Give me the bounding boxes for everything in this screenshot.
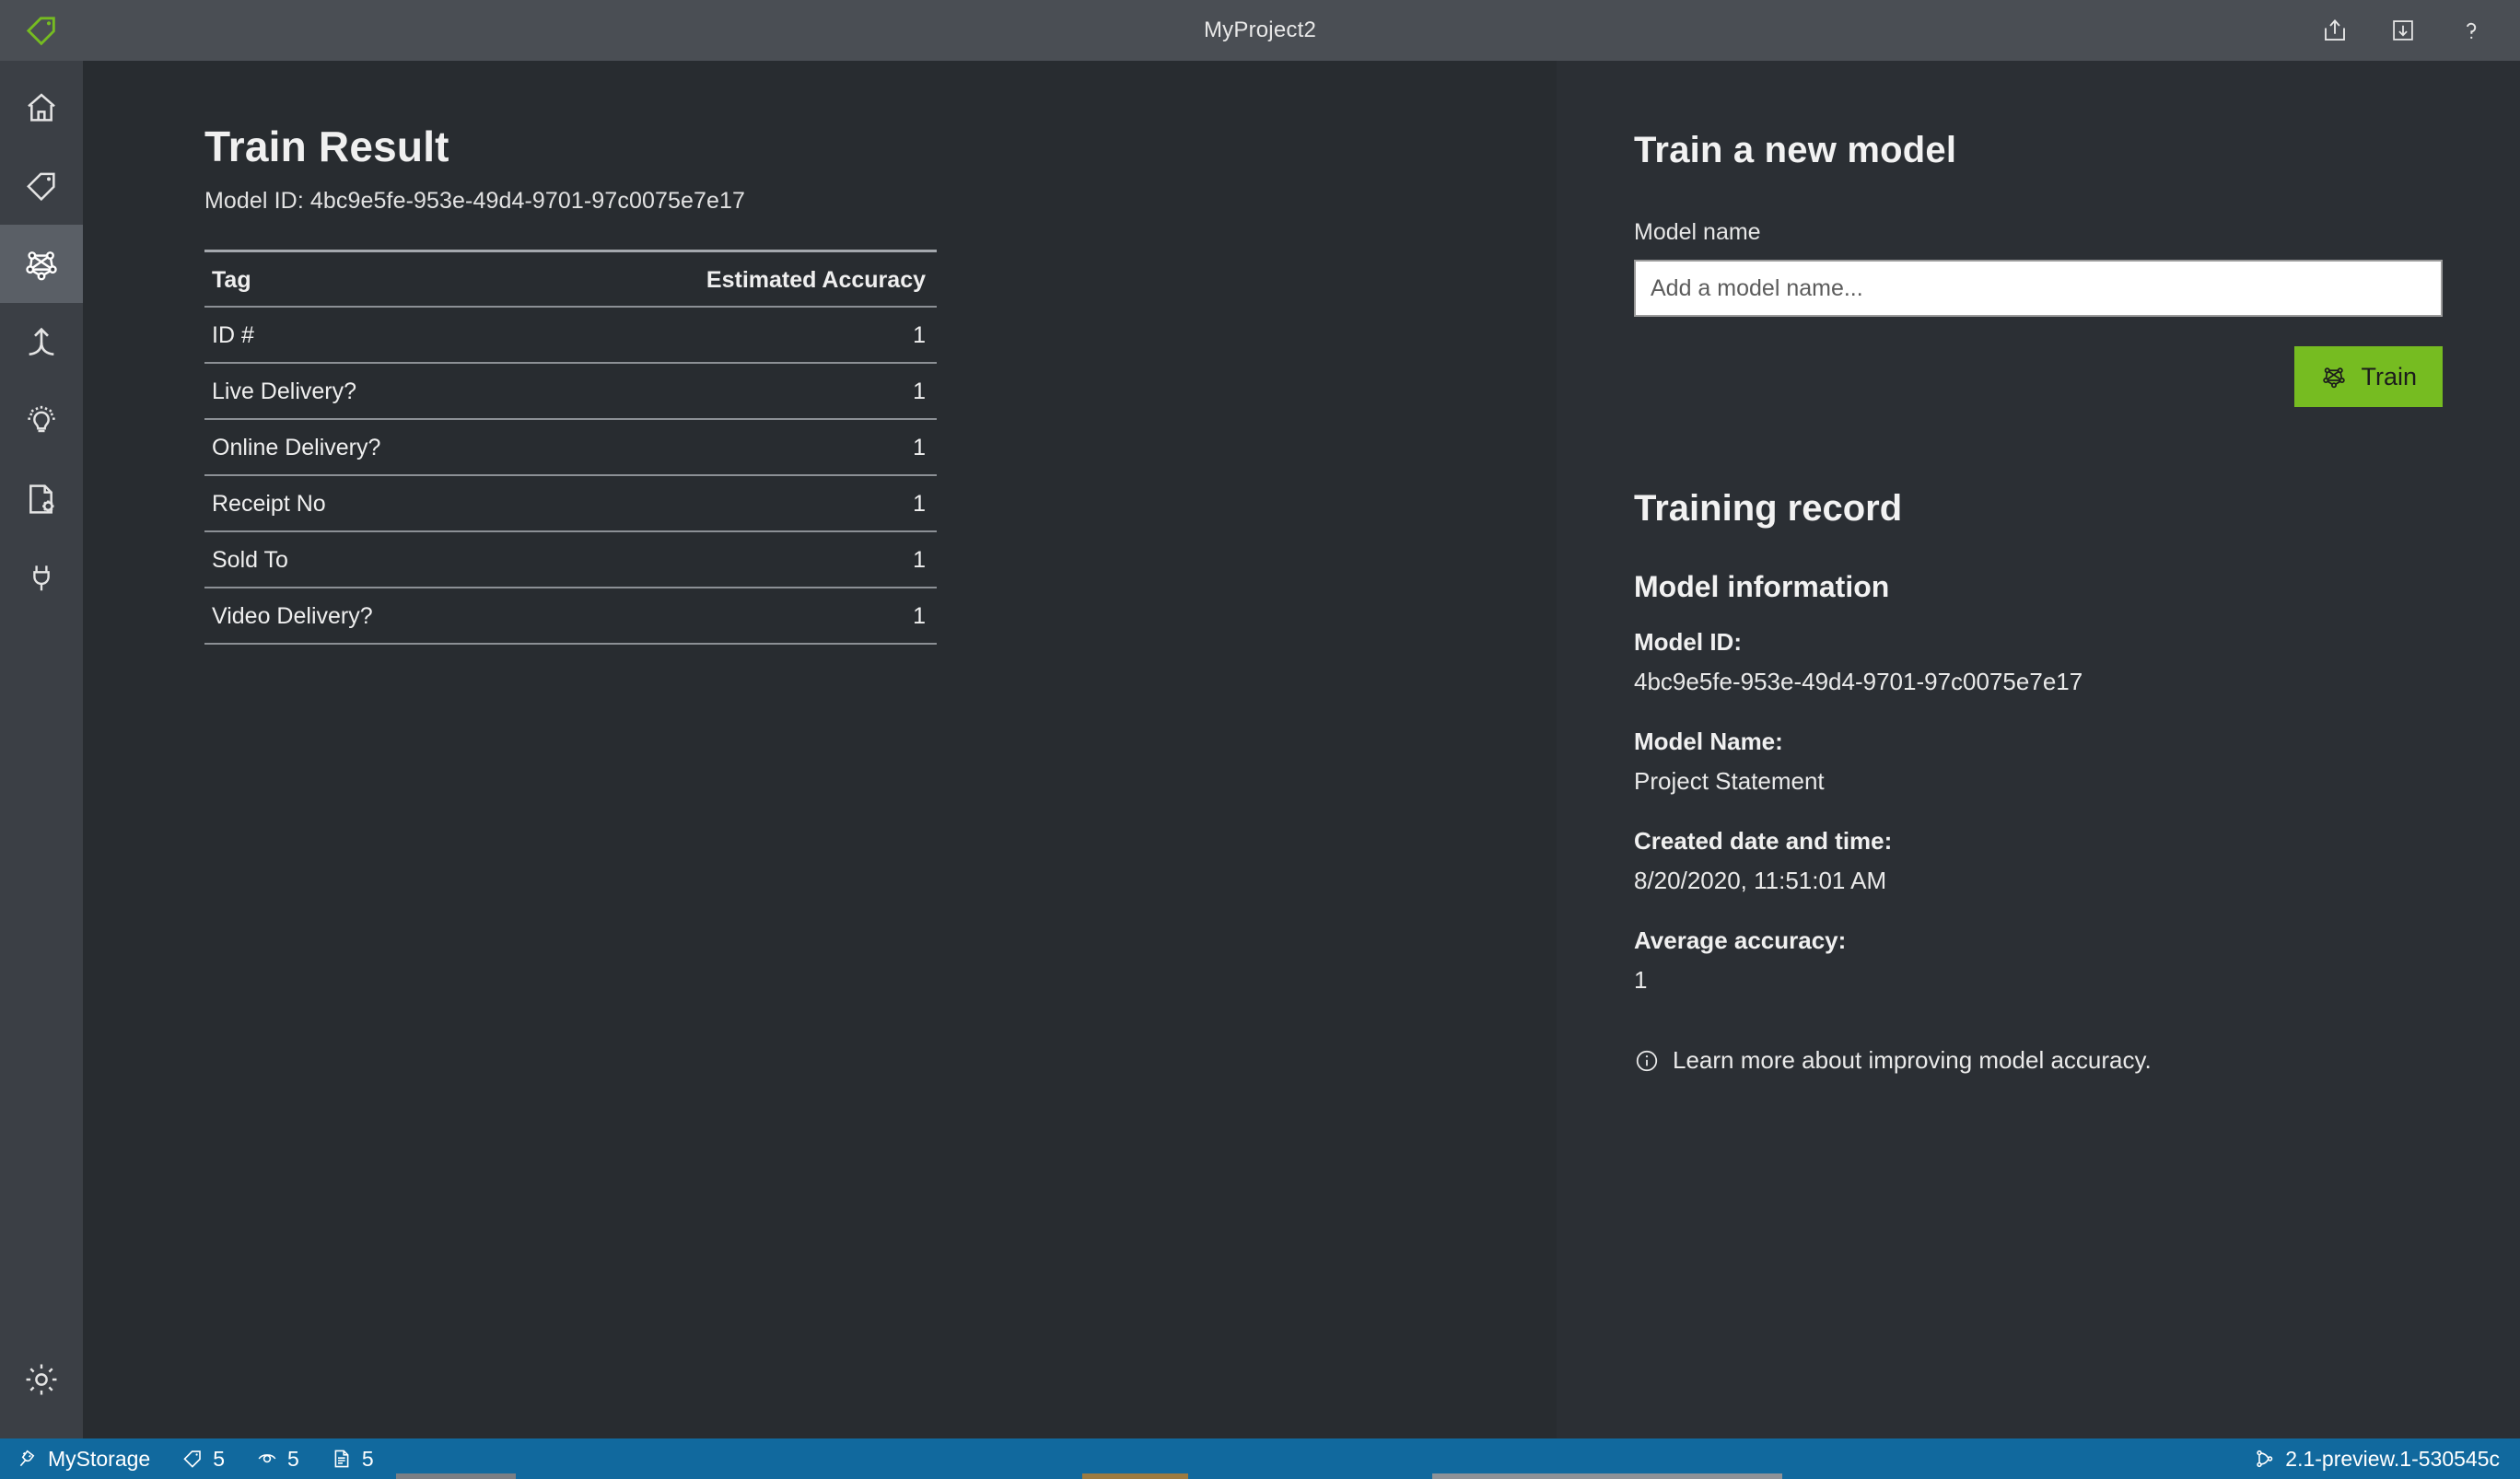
feedback-icon[interactable]: [2387, 15, 2419, 46]
column-header-tag: Tag: [204, 250, 519, 308]
table-row: Live Delivery? 1: [204, 363, 937, 420]
cell-tag: Live Delivery?: [204, 363, 519, 420]
sidebar-item-tags[interactable]: [0, 146, 83, 225]
table-row: Video Delivery? 1: [204, 588, 937, 645]
sidebar-item-document-settings[interactable]: [0, 460, 83, 538]
field-label-created-date: Created date and time:: [1634, 827, 1893, 855]
main-content: Train Result Model ID: 4bc9e5fe-953e-49d…: [83, 61, 1557, 1438]
cell-accuracy: 1: [518, 363, 937, 420]
model-network-icon: [2320, 363, 2348, 390]
application-window: MyProject2 Train Result Model ID: 4bc9e5…: [0, 0, 2520, 1479]
title-bar-actions: [2319, 15, 2520, 46]
train-button[interactable]: Train: [2294, 346, 2443, 407]
sidebar-item-application-settings[interactable]: [0, 1340, 83, 1418]
cell-accuracy: 1: [518, 419, 937, 476]
table-row: ID # 1: [204, 307, 937, 364]
document-gear-icon: [23, 481, 60, 518]
status-connection[interactable]: MyStorage: [17, 1447, 150, 1472]
column-header-estimated-accuracy: Estimated Accuracy: [518, 250, 937, 308]
gear-icon: [22, 1360, 61, 1399]
cell-tag: Online Delivery?: [204, 419, 519, 476]
train-a-new-model-heading: Train a new model: [1634, 130, 1957, 170]
scrollbar-indicator-middle[interactable]: [1082, 1473, 1188, 1479]
cell-accuracy: 1: [518, 531, 937, 588]
table-body: ID # 1 Live Delivery? 1 Online Delivery?…: [204, 307, 937, 645]
status-document-count-value: 5: [361, 1446, 374, 1471]
cell-tag: ID #: [204, 307, 519, 364]
document-icon: [331, 1448, 353, 1470]
model-id-line: Model ID: 4bc9e5fe-953e-49d4-9701-97c007…: [204, 188, 745, 214]
status-connection-name: MyStorage: [48, 1446, 151, 1471]
branch-icon: [2254, 1448, 2276, 1470]
field-value-model-id: 4bc9e5fe-953e-49d4-9701-97c0075e7e17: [1634, 668, 2083, 695]
accuracy-note-text: Learn more about improving model accurac…: [1673, 1046, 2152, 1074]
cell-accuracy: 1: [518, 307, 937, 364]
train-button-row: Train: [1634, 346, 2443, 407]
training-record-heading: Training record: [1634, 488, 1903, 529]
scrollbar-indicator-right[interactable]: [1432, 1473, 1782, 1479]
cell-accuracy: 1: [518, 588, 937, 645]
status-tag-count-value: 5: [213, 1446, 226, 1471]
field-value-created-date: 8/20/2020, 11:51:01 AM: [1634, 867, 1887, 894]
eye-icon: [256, 1448, 278, 1470]
status-document-count[interactable]: 5: [331, 1447, 374, 1472]
model-information-heading: Model information: [1634, 570, 1890, 603]
sidebar-item-compose[interactable]: [0, 303, 83, 381]
cell-tag: Video Delivery?: [204, 588, 519, 645]
scrollbar-indicator-left[interactable]: [396, 1473, 516, 1479]
accuracy-note[interactable]: Learn more about improving model accurac…: [1634, 1046, 2443, 1075]
info-icon: [1634, 1048, 1660, 1074]
cell-accuracy: 1: [518, 475, 937, 532]
train-result-table: Tag Estimated Accuracy ID # 1 Live Deliv…: [204, 250, 937, 645]
table-head: Tag Estimated Accuracy: [204, 250, 937, 308]
model-name-input[interactable]: [1634, 260, 2443, 317]
field-label-model-id: Model ID:: [1634, 628, 1742, 656]
table-row: Sold To 1: [204, 531, 937, 588]
tag-logo-icon: [23, 12, 60, 49]
model-network-icon: [22, 245, 61, 284]
sidebar-item-predict[interactable]: [0, 381, 83, 460]
page-title: Train Result: [204, 122, 449, 170]
field-value-model-name: Project Statement: [1634, 767, 1825, 795]
tag-icon: [23, 168, 60, 204]
tag-icon: [181, 1448, 204, 1470]
field-label-average-accuracy: Average accuracy:: [1634, 926, 1847, 954]
right-panel: Train a new model Model name Add a model…: [1557, 61, 2520, 1438]
share-icon[interactable]: [2319, 15, 2351, 46]
body: Train Result Model ID: 4bc9e5fe-953e-49d…: [0, 61, 2520, 1438]
status-visible-count[interactable]: 5: [256, 1447, 299, 1472]
model-name-label: Model name: [1634, 219, 1761, 245]
cell-tag: Receipt No: [204, 475, 519, 532]
help-icon[interactable]: [2456, 15, 2487, 46]
plug-icon: [24, 560, 59, 595]
status-bar: MyStorage 5 5 5 2.1-preview.1-530545c: [0, 1438, 2520, 1479]
table-row: Online Delivery? 1: [204, 419, 937, 476]
status-visible-count-value: 5: [287, 1446, 299, 1471]
merge-arrow-icon: [23, 324, 60, 361]
home-icon: [23, 89, 60, 126]
status-version[interactable]: 2.1-preview.1-530545c: [2254, 1447, 2500, 1472]
sidebar-item-model-train[interactable]: [0, 225, 83, 303]
cell-tag: Sold To: [204, 531, 519, 588]
train-button-label: Train: [2361, 362, 2417, 390]
status-tag-count[interactable]: 5: [181, 1447, 225, 1472]
table-header-row: Tag Estimated Accuracy: [204, 250, 937, 308]
sidebar-item-home[interactable]: [0, 68, 83, 146]
title-bar: MyProject2: [0, 0, 2520, 61]
plug-icon: [17, 1448, 39, 1470]
status-version-value: 2.1-preview.1-530545c: [2285, 1446, 2500, 1471]
table-row: Receipt No 1: [204, 475, 937, 532]
left-navigation: [0, 61, 83, 1438]
sidebar-item-connections[interactable]: [0, 538, 83, 616]
field-label-model-name: Model Name:: [1634, 728, 1783, 755]
window-title: MyProject2: [1203, 17, 1317, 42]
app-logo: [0, 0, 83, 61]
field-value-average-accuracy: 1: [1634, 966, 1648, 994]
lightbulb-icon: [23, 402, 60, 439]
